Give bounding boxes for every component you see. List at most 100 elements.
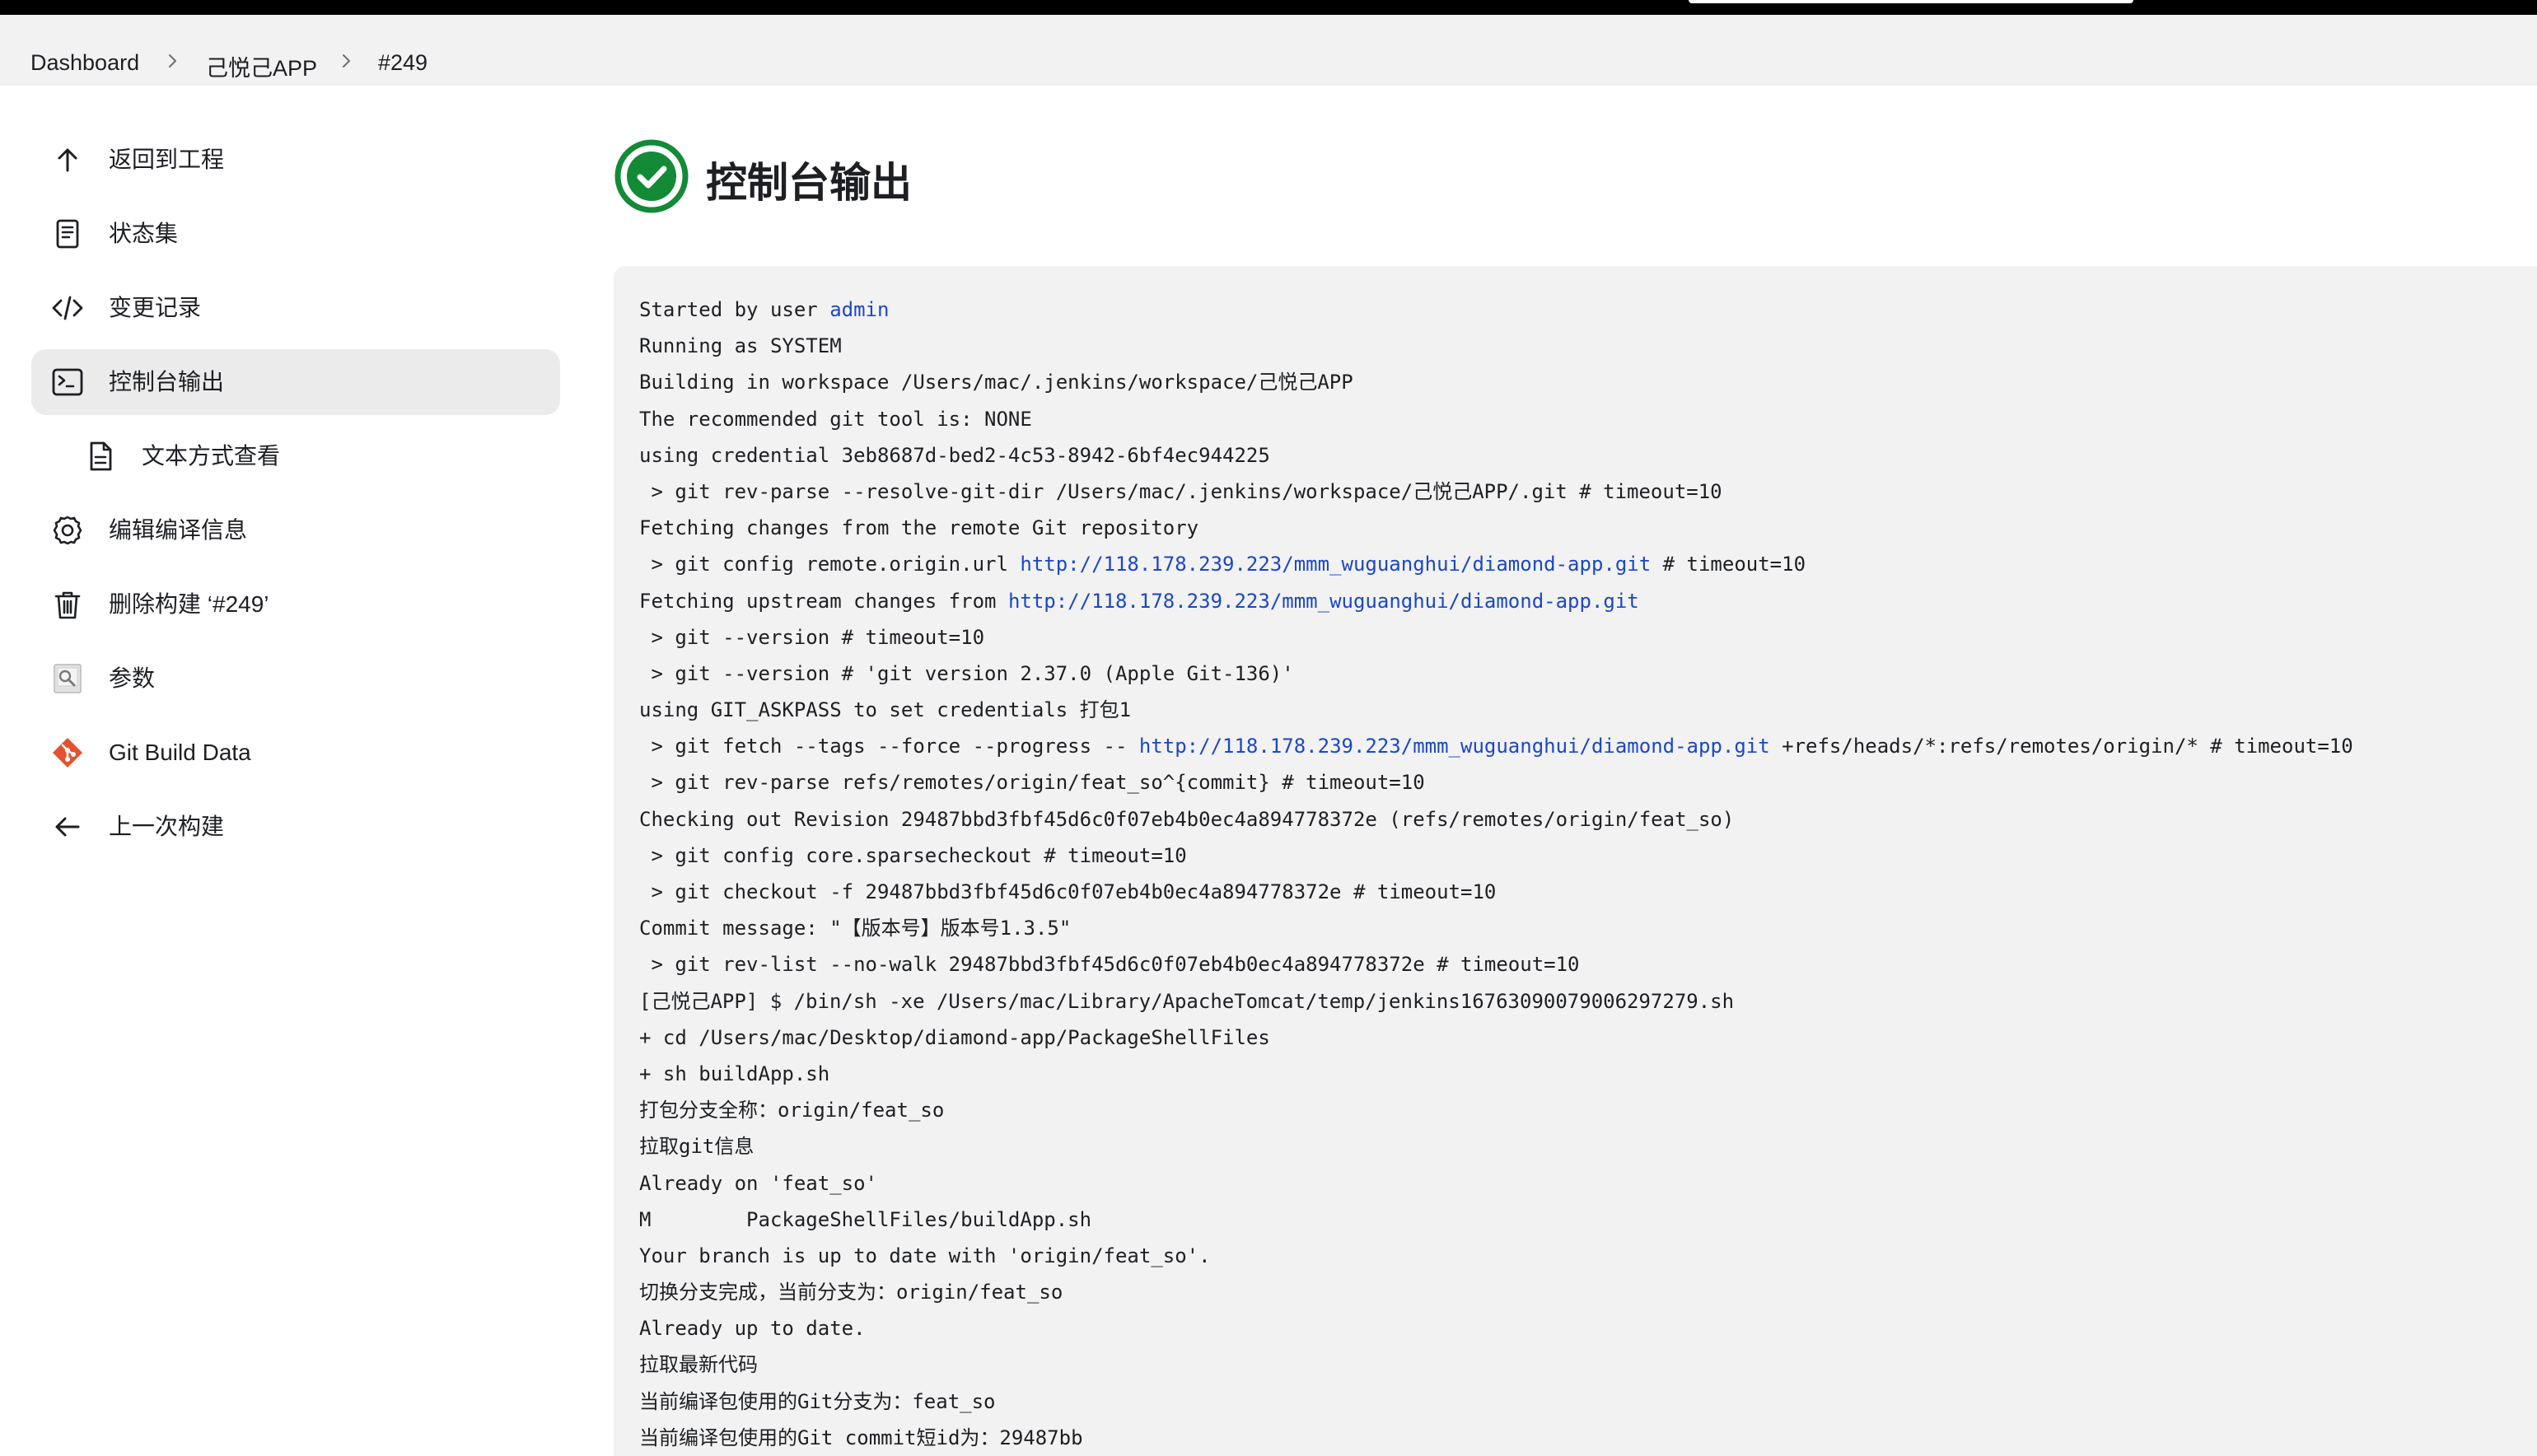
console-text-segment: Checking out Revision 29487bbd3fbf45d6c0… (639, 807, 1735, 831)
sidebar-item-label: 返回到工程 (109, 147, 225, 172)
console-text-segment: Already on 'feat_so' (639, 1171, 877, 1195)
document-icon (51, 217, 84, 250)
console-text-segment: Building in workspace /Users/mac/.jenkin… (639, 371, 1353, 394)
sidebar-item-status[interactable]: 状态集 (31, 201, 560, 267)
sidebar-item-label: 文本方式查看 (142, 443, 281, 469)
console-link[interactable]: http://118.178.239.223/mmm_wuguanghui/di… (1020, 553, 1651, 576)
sidebar-item-console-output[interactable]: 控制台输出 (31, 349, 560, 415)
gear-icon (51, 514, 84, 547)
console-line: Commit message: "【版本号】版本号1.3.5" (639, 910, 2353, 946)
console-text-segment: Your branch is up to date with 'origin/f… (639, 1244, 1211, 1267)
console-text-segment: M PackageShellFiles/buildApp.sh (639, 1207, 1092, 1231)
console-line: > git --version # timeout=10 (639, 619, 2353, 656)
console-text-segment: 拉取最新代码 (639, 1353, 758, 1377)
console-line: 打包分支全称：origin/feat_so (639, 1092, 2353, 1128)
terminal-icon (51, 366, 84, 399)
console-text-segment: > git rev-parse --resolve-git-dir /Users… (639, 479, 1722, 503)
console-line: 拉取最新代码 (639, 1346, 2353, 1383)
chevron-right-icon (336, 51, 356, 71)
sidebar-item-label: 上一次构建 (109, 814, 225, 839)
console-line: Running as SYSTEM (639, 328, 2353, 364)
console-line: 当前编译包使用的Git分支为：feat_so (639, 1384, 2353, 1420)
console-line: [己悦己APP] $ /bin/sh -xe /Users/mac/Librar… (639, 983, 2353, 1020)
sidebar-item-parameters[interactable]: 参数 (31, 646, 560, 712)
console-line: > git rev-parse refs/remotes/origin/feat… (639, 764, 2353, 800)
console-text-segment: +refs/heads/*:refs/remotes/origin/* # ti… (1769, 735, 2353, 758)
file-icon (84, 440, 117, 473)
console-line: Checking out Revision 29487bbd3fbf45d6c0… (639, 801, 2353, 838)
breadcrumb-item-project[interactable]: 己悦己APP (206, 50, 317, 82)
sidebar: 返回到工程 状态集 变更记录 控制台输出 文本方式查看 编辑编译信息 删除构建 … (0, 86, 577, 1456)
sidebar-item-label: 编辑编译信息 (109, 517, 248, 543)
console-text-segment: using GIT_ASKPASS to set credentials 打包1 (639, 698, 1132, 722)
console-line: Your branch is up to date with 'origin/f… (639, 1238, 2353, 1274)
console-text-segment: using credential 3eb8687d-bed2-4c53-8942… (639, 443, 1270, 467)
console-line: > git checkout -f 29487bbd3fbf45d6c0f07e… (639, 874, 2353, 910)
parameters-icon (51, 662, 84, 695)
console-text-segment: > git rev-parse refs/remotes/origin/feat… (639, 771, 1425, 795)
browser-top-bar (0, 0, 2537, 15)
search-box-edge[interactable] (1689, 0, 2133, 3)
console-line: > git config remote.origin.url http://11… (639, 546, 2353, 582)
console-text-segment: > git --version # timeout=10 (639, 625, 985, 649)
console-line: > git rev-parse --resolve-git-dir /Users… (639, 474, 2353, 510)
console-text: Started by user admin Running as SYSTEM Bu… (639, 292, 2353, 1456)
console-text-segment: 当前编译包使用的Git commit短id为：29487bb (639, 1426, 1083, 1449)
sidebar-item-edit-build-info[interactable]: 编辑编译信息 (31, 497, 560, 563)
console-link[interactable]: admin (829, 298, 889, 321)
console-line: Fetching upstream changes from http://11… (639, 583, 2353, 619)
sidebar-item-label: 控制台输出 (109, 369, 225, 394)
console-link[interactable]: http://118.178.239.223/mmm_wuguanghui/di… (1008, 590, 1639, 613)
console-line: Already up to date. (639, 1310, 2353, 1346)
console-text-segment: + sh buildApp.sh (639, 1062, 830, 1085)
console-line: > git fetch --tags --force --progress --… (639, 728, 2353, 764)
breadcrumb: Dashboard 己悦己APP #249 (0, 15, 2537, 86)
console-text-segment: Commit message: "【版本号】版本号1.3.5" (639, 917, 1072, 940)
console-text-segment: Started by user (639, 298, 830, 321)
console-text-segment: 打包分支全称：origin/feat_so (639, 1099, 945, 1122)
sidebar-item-changes[interactable]: 变更记录 (31, 275, 560, 341)
sidebar-item-label: 参数 (109, 665, 156, 691)
console-text-segment: [己悦己APP] $ /bin/sh -xe /Users/mac/Librar… (639, 989, 1735, 1013)
console-text-segment: > git --version # 'git version 2.37.0 (A… (639, 661, 1294, 685)
sidebar-item-previous-build[interactable]: 上一次构建 (31, 794, 560, 860)
console-output[interactable]: Started by user admin Running as SYSTEM Bu… (614, 266, 2537, 1456)
console-link[interactable]: http://118.178.239.223/mmm_wuguanghui/di… (1139, 735, 1770, 758)
console-line: + cd /Users/mac/Desktop/diamond-app/Pack… (639, 1020, 2353, 1056)
console-text-segment: Fetching changes from the remote Git rep… (639, 516, 1199, 540)
console-text-segment: Already up to date. (639, 1317, 866, 1341)
sidebar-item-back-to-project[interactable]: 返回到工程 (31, 127, 560, 193)
console-line: The recommended git tool is: NONE (639, 401, 2353, 437)
page-title: 控制台输出 (706, 160, 912, 206)
console-line: Started by user admin (639, 292, 2353, 328)
sidebar-item-label: 变更记录 (109, 295, 202, 320)
code-icon (51, 292, 84, 324)
console-line: Building in workspace /Users/mac/.jenkin… (639, 364, 2353, 400)
console-text-segment: > git rev-list --no-walk 29487bbd3fbf45d… (639, 953, 1580, 977)
console-line: + sh buildApp.sh (639, 1056, 2353, 1092)
sidebar-item-label: 状态集 (109, 221, 179, 246)
sidebar-item-view-as-text[interactable]: 文本方式查看 (31, 423, 560, 489)
console-text-segment: 拉取git信息 (639, 1135, 755, 1159)
breadcrumb-item-dashboard[interactable]: Dashboard (30, 50, 139, 76)
breadcrumb-item-build[interactable]: #249 (378, 50, 428, 76)
console-line: using GIT_ASKPASS to set credentials 打包1 (639, 692, 2353, 728)
chevron-right-icon (162, 51, 182, 71)
console-text-segment: # timeout=10 (1651, 553, 1806, 576)
console-line: > git config core.sparsecheckout # timeo… (639, 838, 2353, 874)
console-text-segment: Fetching upstream changes from (639, 589, 1008, 613)
arrow-left-icon (51, 810, 84, 843)
console-line: M PackageShellFiles/buildApp.sh (639, 1202, 2353, 1238)
console-text-segment: The recommended git tool is: NONE (639, 407, 1032, 431)
sidebar-item-label: 删除构建 ‘#249’ (109, 591, 269, 617)
console-text-segment: 当前编译包使用的Git分支为：feat_so (639, 1389, 996, 1413)
console-text-segment: > git config remote.origin.url (639, 553, 1021, 576)
sidebar-item-git-build-data[interactable]: Git Build Data (31, 720, 560, 786)
arrow-up-icon (51, 143, 84, 176)
console-text-segment: 切换分支完成，当前分支为：origin/feat_so (639, 1281, 1063, 1304)
console-line: Fetching changes from the remote Git rep… (639, 510, 2353, 546)
console-line: 拉取git信息 (639, 1128, 2353, 1164)
console-text-segment: > git fetch --tags --force --progress -- (639, 735, 1139, 758)
sidebar-item-delete-build[interactable]: 删除构建 ‘#249’ (31, 572, 560, 637)
sidebar-item-label: Git Build Data (109, 740, 251, 765)
